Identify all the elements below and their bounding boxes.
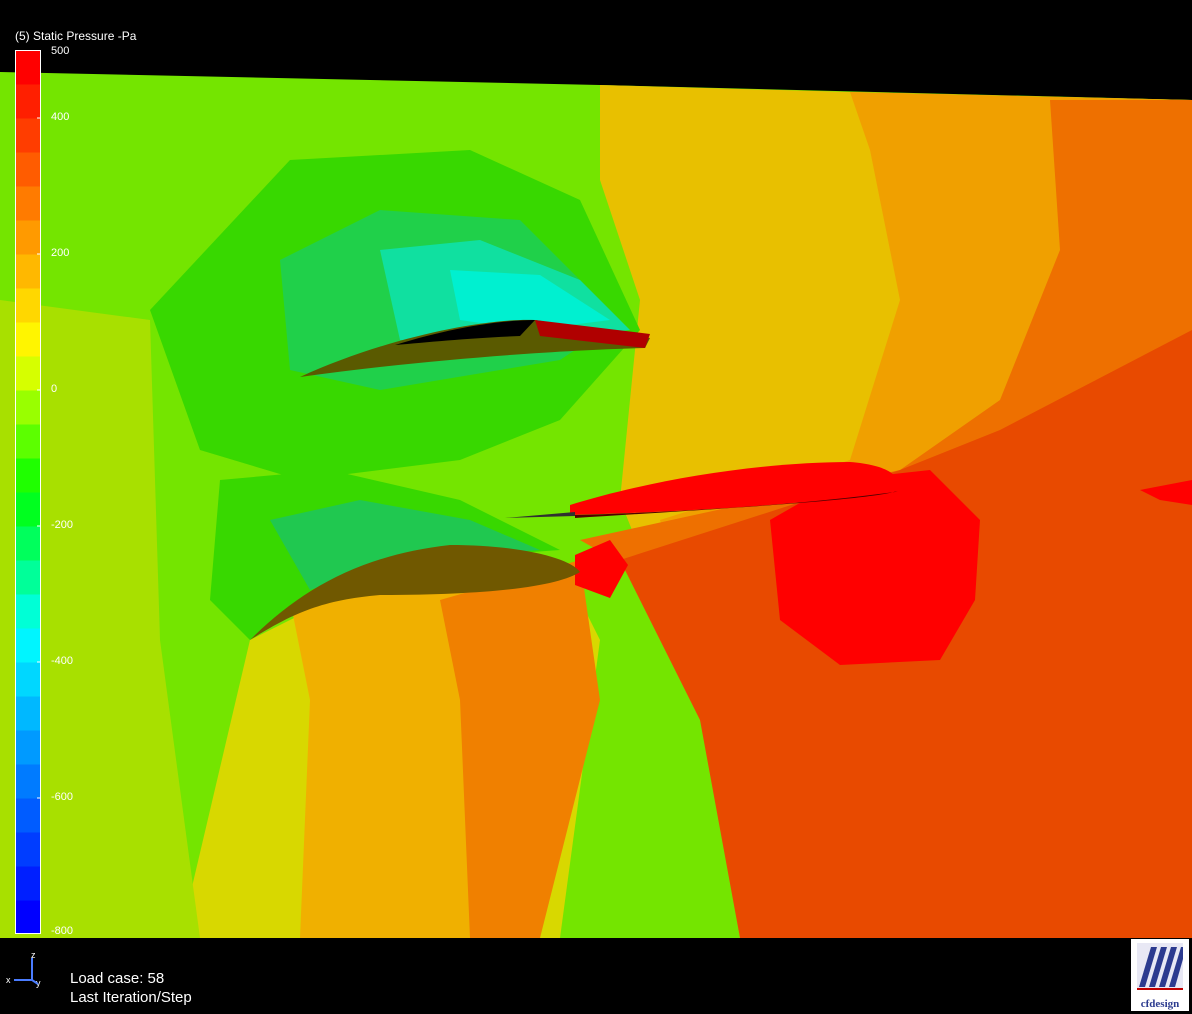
legend-band	[15, 526, 41, 561]
legend-band	[15, 662, 41, 697]
legend-band	[15, 730, 41, 765]
legend-band	[15, 322, 41, 357]
legend-tick-label: 0	[51, 383, 58, 395]
iteration-text: Last Iteration/Step	[70, 989, 192, 1006]
cfdesign-logo: cfdesign	[1131, 939, 1189, 1011]
legend-band	[15, 492, 41, 527]
legend-color-bar	[15, 50, 41, 934]
legend-band	[15, 254, 41, 289]
logo-stripes-icon	[1137, 943, 1183, 990]
legend-band	[15, 118, 41, 153]
legend-band	[15, 832, 41, 867]
legend-band	[15, 424, 41, 459]
legend-band	[15, 84, 41, 119]
legend-band	[15, 628, 41, 663]
legend-band	[15, 356, 41, 391]
pressure-contour-view[interactable]	[0, 0, 1192, 938]
legend-band	[15, 900, 41, 934]
legend-band	[15, 798, 41, 833]
legend-tick-label: -800	[51, 925, 74, 937]
legend-tick-label: -200	[51, 519, 74, 531]
legend-band	[15, 696, 41, 731]
legend-tick-label: -600	[51, 791, 74, 803]
legend-tick-label: 200	[51, 247, 70, 259]
legend-band	[15, 764, 41, 799]
legend-band	[15, 186, 41, 221]
legend-band	[15, 458, 41, 493]
legend-title: (5) Static Pressure -Pa	[15, 29, 137, 43]
legend-band	[15, 288, 41, 323]
legend-band	[15, 220, 41, 255]
legend-band	[15, 390, 41, 425]
legend-tick-label: -400	[51, 655, 74, 667]
status-footer: z x y Load case: 58 Last Iteration/Step	[0, 938, 1192, 1014]
legend-band	[15, 50, 41, 85]
axes-triad-icon	[14, 958, 39, 985]
legend-band	[15, 560, 41, 595]
legend-band	[15, 594, 41, 629]
load-case-text: Load case: 58	[70, 970, 165, 987]
legend-tick-label: 500	[51, 45, 70, 57]
legend-band	[15, 866, 41, 901]
logo-text: cfdesign	[1140, 998, 1180, 1010]
legend-band	[15, 152, 41, 187]
legend-tick-label: 400	[51, 111, 70, 123]
